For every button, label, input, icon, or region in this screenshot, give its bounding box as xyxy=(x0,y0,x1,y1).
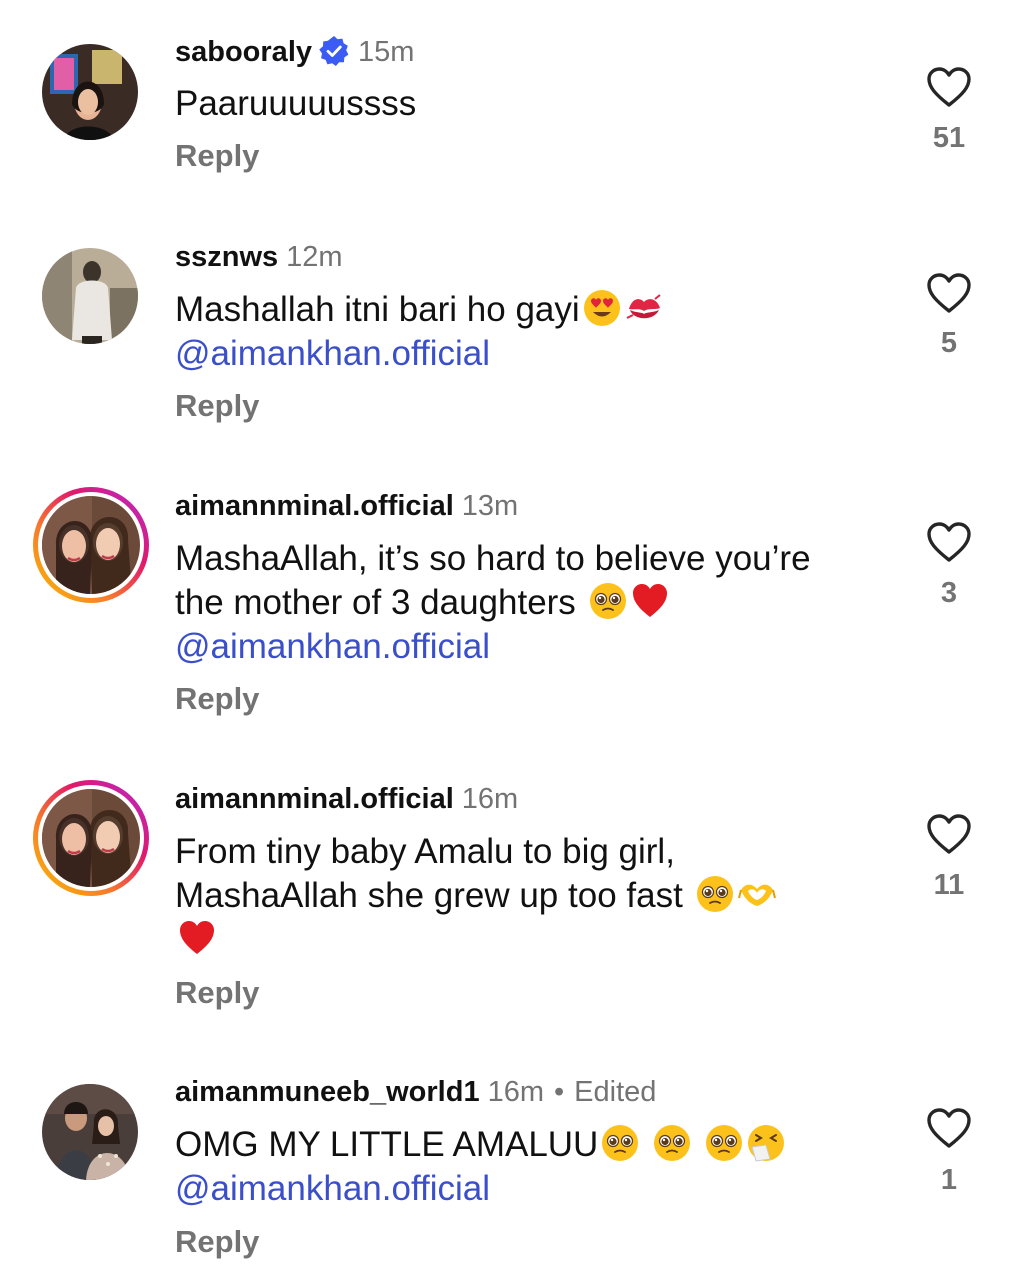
avatar-with-story-ring[interactable] xyxy=(33,487,149,603)
pleading-face-emoji-icon xyxy=(704,1123,744,1163)
like-button[interactable] xyxy=(926,272,972,314)
username[interactable]: aimannminal.official xyxy=(175,783,454,815)
heart-outline-icon xyxy=(926,521,972,563)
avatar-image xyxy=(42,248,138,344)
pleading-face-emoji-icon xyxy=(695,874,735,914)
comment-text-line: Mashallah itni bari ho gayi xyxy=(175,288,885,332)
avatar[interactable] xyxy=(42,44,138,140)
comment-header: aimannminal.official 16m xyxy=(175,782,518,816)
reply-button[interactable]: Reply xyxy=(175,681,259,717)
like-count: 51 xyxy=(932,122,966,154)
reply-button[interactable]: Reply xyxy=(175,388,259,424)
comment-text: Paaruuuuussss xyxy=(175,82,885,126)
avatar[interactable] xyxy=(42,248,138,344)
comment-text-line: MashaAllah, it’s so hard to believe you’… xyxy=(175,539,811,578)
avatar-image-graphic xyxy=(42,496,140,594)
heart-outline-icon xyxy=(926,1107,972,1149)
like-button[interactable] xyxy=(926,521,972,563)
avatar[interactable] xyxy=(42,1084,138,1180)
edited-label: Edited xyxy=(574,1076,657,1108)
comment-header: aimannminal.official 13m xyxy=(175,489,518,523)
avatar-image xyxy=(42,496,140,594)
comment-header: sabooraly 15m xyxy=(175,35,414,69)
like-button[interactable] xyxy=(926,66,972,108)
comment-text-line: MashaAllah she grew up too fast xyxy=(175,874,885,918)
comment-text: From tiny baby Amalu to big girl, MashaA… xyxy=(175,830,885,962)
sneezing-face-emoji-icon xyxy=(746,1123,786,1163)
heart-hands-emoji-icon xyxy=(737,874,777,914)
heart-outline-icon xyxy=(926,66,972,108)
mention-link[interactable]: @aimankhan.official xyxy=(175,1167,885,1211)
like-button[interactable] xyxy=(926,1107,972,1149)
avatar-with-story-ring[interactable] xyxy=(33,780,149,896)
comment-header: aimanmuneeb_world1 16m • Edited xyxy=(175,1075,656,1109)
avatar-image-graphic xyxy=(42,789,140,887)
like-count: 3 xyxy=(940,577,958,609)
timestamp: 16m xyxy=(461,783,519,815)
username[interactable]: aimanmuneeb_world1 xyxy=(175,1076,480,1108)
heart-eyes-emoji-icon xyxy=(582,288,622,328)
heart-outline-icon xyxy=(926,813,972,855)
timestamp: 16m xyxy=(487,1076,545,1108)
comment-text-line: OMG MY LITTLE AMALUU xyxy=(175,1123,885,1167)
avatar-image xyxy=(42,789,140,887)
heart-outline-icon xyxy=(926,272,972,314)
timestamp: 13m xyxy=(461,490,519,522)
pleading-face-emoji-icon xyxy=(588,581,628,621)
like-count: 1 xyxy=(940,1164,958,1196)
verified-badge-icon xyxy=(318,35,350,67)
timestamp: 12m xyxy=(286,241,343,273)
timestamp: 15m xyxy=(358,36,415,68)
comment-text-line xyxy=(175,918,885,962)
username[interactable]: aimannminal.official xyxy=(175,490,454,522)
comment-header: ssznws 12m xyxy=(175,240,343,274)
avatar-ring-inner xyxy=(38,785,144,891)
like-button[interactable] xyxy=(926,813,972,855)
pleading-face-emoji-icon xyxy=(652,1123,692,1163)
avatar-image xyxy=(42,44,138,140)
comment-text-line: Paaruuuuussss xyxy=(175,84,417,123)
reply-button[interactable]: Reply xyxy=(175,975,259,1011)
reply-button[interactable]: Reply xyxy=(175,1224,259,1260)
mention-link[interactable]: @aimankhan.official xyxy=(175,625,885,669)
comment-text: Mashallah itni bari ho gayi @aimankhan.o… xyxy=(175,288,885,376)
like-count: 11 xyxy=(933,869,965,901)
kiss-mark-emoji-icon xyxy=(624,288,664,328)
comment-text-line: the mother of 3 daughters xyxy=(175,581,885,625)
mention-link[interactable]: @aimankhan.official xyxy=(175,332,885,376)
username[interactable]: ssznws xyxy=(175,241,278,273)
separator-dot: • xyxy=(554,1076,565,1108)
username[interactable]: sabooraly xyxy=(175,36,312,68)
avatar-ring-inner xyxy=(38,492,144,598)
pleading-face-emoji-icon xyxy=(600,1123,640,1163)
comment-text: MashaAllah, it’s so hard to believe you’… xyxy=(175,537,885,669)
red-heart-emoji-icon xyxy=(630,581,670,621)
comment-text-line: From tiny baby Amalu to big girl, xyxy=(175,832,675,871)
like-count: 5 xyxy=(940,327,958,359)
avatar-image xyxy=(42,1084,138,1180)
red-heart-emoji-icon xyxy=(177,918,217,958)
comment-text: OMG MY LITTLE AMALUU @aimankhan.official xyxy=(175,1123,885,1211)
reply-button[interactable]: Reply xyxy=(175,138,259,174)
